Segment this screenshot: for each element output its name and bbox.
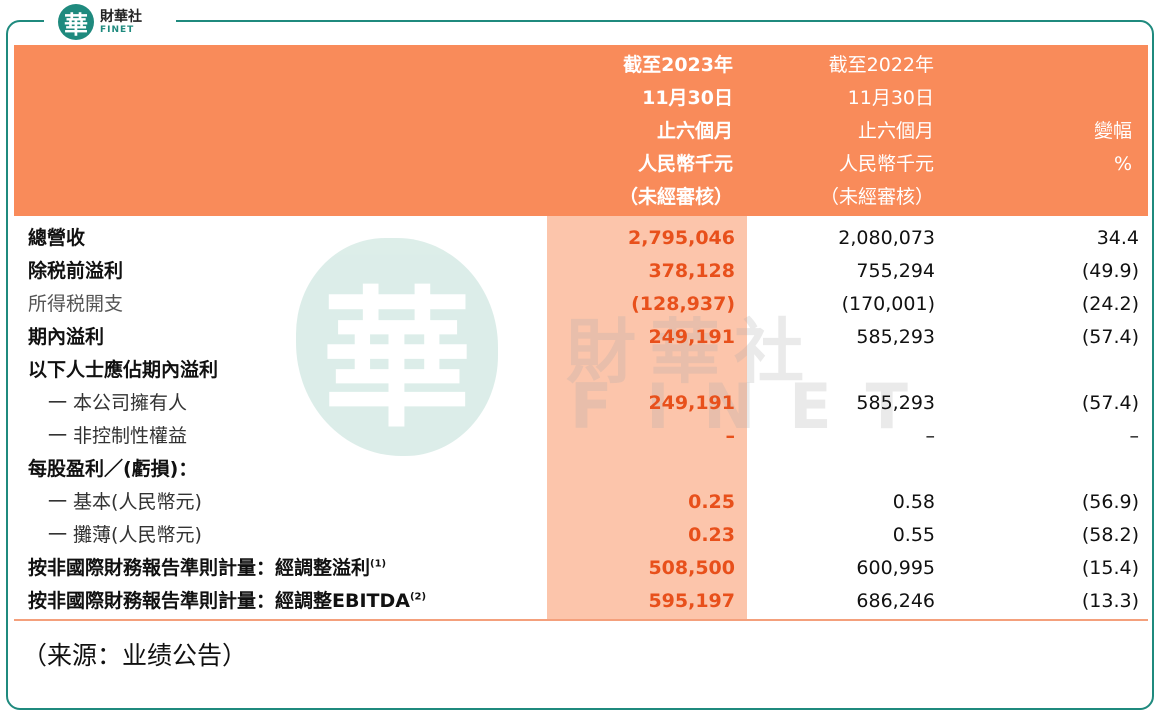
table-row: 每股盈利／(虧損)： [28,458,198,480]
footnote-marker: (2) [409,591,427,603]
table-row: 期內溢利 249,191 585,293 (57.4) [28,326,1139,348]
source-note: （来源：业绩公告） [22,641,248,670]
brand-name-en: FINET [100,24,135,35]
table-row: 按非國際財務報告準則計量：經調整溢利(1) 508,500 600,995 (1… [28,557,1139,579]
table-row: 以下人士應佔期內溢利 [28,359,219,381]
table-row: 一 攤薄(人民幣元) 0.23 0.55 (58.2) [48,524,1139,546]
table-row: 一 基本(人民幣元) 0.25 0.58 (56.9) [48,491,1139,513]
table-body: 總營收 2,795,046 2,080,073 34.4 除税前溢利 378,1… [0,222,1161,618]
table-row: 所得税開支 (128,937) (170,001) (24.2) [28,293,1139,315]
table-row: 除税前溢利 378,128 755,294 (49.9) [28,260,1139,282]
finet-logo: 華 財華社 FINET [44,0,176,44]
header-col-2023: 截至2023年 11月30日 止六個月 人民幣千元 （未經審核） [618,54,733,208]
brand-name-cn: 財華社 [100,8,142,25]
finet-logo-mark: 華 [58,4,94,40]
finet-logo-text: 財華社 FINET [100,10,142,35]
table-row: 按非國際財務報告準則計量：經調整EBITDA(2) 595,197 686,24… [28,590,1139,612]
table-row: 總營收 2,795,046 2,080,073 34.4 [28,227,1139,249]
table-bottom-rule [14,619,1148,621]
table-header: 截至2023年 11月30日 止六個月 人民幣千元 （未經審核） 截至2022年… [14,45,1148,216]
table-row: 一 非控制性權益 – – – [48,425,1139,447]
header-col-2022: 截至2022年 11月30日 止六個月 人民幣千元 （未經審核） [819,54,934,208]
header-col-change: 變幅 % [1093,120,1132,175]
footnote-marker: (1) [370,558,387,570]
table-row: 一 本公司擁有人 249,191 585,293 (57.4) [48,392,1139,414]
